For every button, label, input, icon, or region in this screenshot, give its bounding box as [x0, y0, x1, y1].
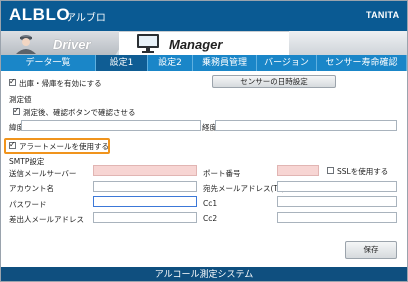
driver-mode-label: Driver	[53, 37, 91, 52]
tab-settings-2[interactable]: 設定2	[148, 55, 193, 71]
tab-version[interactable]: バージョン	[257, 55, 317, 71]
to-address-input[interactable]	[277, 181, 397, 192]
account-input[interactable]	[93, 181, 197, 192]
smtp-settings-label: SMTP設定	[9, 157, 45, 166]
tab-sensor-life-check[interactable]: センサー寿命確認	[317, 55, 407, 71]
driver-avatar-icon	[16, 35, 36, 54]
mode-switch-filler	[289, 31, 407, 55]
from-address-input[interactable]	[93, 212, 197, 223]
ssl-checkbox[interactable]	[327, 167, 334, 174]
longitude-input[interactable]	[215, 120, 397, 131]
monitor-icon	[137, 34, 159, 53]
ssl-label: SSLを使用する	[337, 167, 389, 176]
smtp-server-label: 送信メールサーバー	[9, 169, 77, 178]
save-button[interactable]: 保存	[345, 241, 397, 259]
app-subtitle: アルブロ	[66, 13, 106, 24]
cc1-input[interactable]	[277, 196, 397, 207]
tab-data-list[interactable]: データ一覧	[1, 55, 96, 71]
measurement-value-label: 測定値	[9, 95, 32, 104]
tab-crew-management[interactable]: 乗務員管理	[193, 55, 257, 71]
cc2-input[interactable]	[277, 212, 397, 223]
from-address-label: 差出人メールアドレス	[9, 215, 84, 224]
alert-mail-checkbox[interactable]	[9, 140, 16, 149]
password-input[interactable]	[93, 196, 197, 207]
manager-mode-label: Manager	[169, 37, 223, 52]
measure-confirm-checkbox[interactable]	[13, 106, 20, 115]
password-label: パスワード	[9, 200, 47, 209]
cc1-label: Cc1	[203, 199, 218, 208]
to-address-label: 宛先メールアドレス(To)	[203, 184, 285, 193]
checkin-checkout-checkbox[interactable]	[9, 77, 16, 86]
port-input[interactable]	[277, 165, 319, 176]
port-label: ポート番号	[203, 169, 241, 178]
smtp-server-input[interactable]	[93, 165, 197, 176]
brand-logo: TANITA	[366, 10, 400, 20]
tab-settings-1[interactable]: 設定1	[96, 55, 148, 71]
app-title: ALBLO	[9, 5, 71, 24]
checkin-checkout-label: 出庫・帰庫を有効にする	[19, 79, 102, 88]
measure-confirm-label: 測定後、確認ボタンで確認させる	[23, 108, 136, 117]
app-window: ALBLO アルブロ TANITA Driver Manager データ一覧 設…	[0, 0, 408, 282]
latitude-input[interactable]	[21, 120, 201, 131]
alert-mail-label: アラートメールを使用する	[19, 142, 109, 151]
footer-bar: アルコール測定システム	[1, 267, 407, 281]
account-label: アカウント名	[9, 184, 54, 193]
sensor-datetime-button[interactable]: センサーの日時設定	[212, 75, 336, 88]
cc2-label: Cc2	[203, 214, 218, 223]
